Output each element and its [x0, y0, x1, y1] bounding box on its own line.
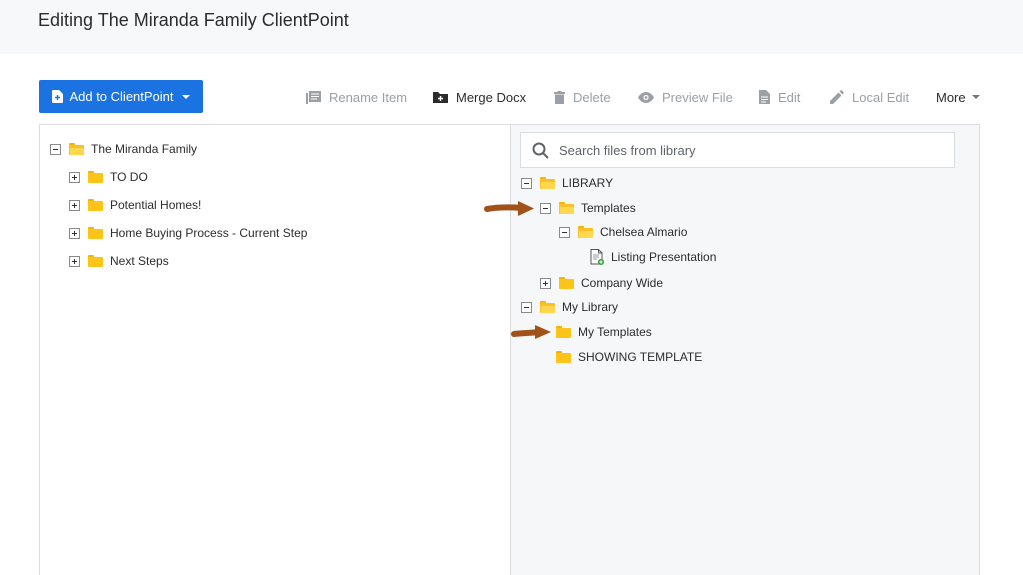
add-file-icon [52, 90, 64, 103]
folder-icon [88, 227, 103, 239]
folder-open-icon [540, 301, 555, 313]
collapse-toggle-icon[interactable] [521, 301, 532, 313]
tree-item-label: Company Wide [581, 276, 664, 290]
tree-item-label: Chelsea Almario [600, 225, 688, 239]
tree-item-label: LIBRARY [562, 176, 614, 190]
more-dropdown[interactable]: More [936, 90, 980, 105]
tree-item-label: Next Steps [110, 254, 169, 268]
expand-toggle-icon[interactable] [69, 255, 80, 267]
folder-icon [556, 351, 571, 363]
search-icon [532, 142, 549, 159]
edit-button[interactable]: Edit [759, 90, 800, 105]
expand-toggle-icon[interactable] [69, 199, 80, 211]
library-search[interactable] [520, 132, 955, 168]
tree-item-my-library[interactable]: My Library [521, 300, 618, 314]
annotation-arrow-icon [484, 201, 534, 216]
tree-item-templates[interactable]: Templates [540, 201, 636, 215]
edit-label: Edit [778, 89, 801, 105]
caret-down-icon [181, 94, 190, 99]
folder-icon [88, 255, 103, 267]
search-input[interactable] [559, 142, 939, 158]
annotation-arrow-icon [511, 325, 551, 339]
tree-item-root[interactable]: The Miranda Family [50, 142, 197, 156]
expand-toggle-icon[interactable] [69, 227, 80, 239]
preview-file-button[interactable]: Preview File [638, 90, 733, 105]
folder-open-icon [69, 143, 84, 155]
clientpoint-tree-panel [39, 124, 511, 575]
delete-label: Delete [573, 89, 611, 105]
expand-toggle-icon[interactable] [540, 277, 551, 289]
add-to-clientpoint-button[interactable]: Add to ClientPoint [39, 80, 203, 113]
merge-folder-icon [433, 92, 448, 103]
tree-item[interactable]: TO DO [69, 170, 148, 184]
page-header: Editing The Miranda Family ClientPoint [0, 0, 1023, 54]
tree-item-label: Templates [581, 201, 636, 215]
page-title: Editing The Miranda Family ClientPoint [38, 10, 349, 30]
add-button-label: Add to ClientPoint [69, 89, 174, 104]
tree-item[interactable]: Home Buying Process - Current Step [69, 226, 307, 240]
tree-item-label: Home Buying Process - Current Step [110, 226, 308, 240]
expand-toggle-icon[interactable] [69, 171, 80, 183]
rename-icon [306, 90, 321, 104]
folder-icon [88, 199, 103, 211]
preview-file-label: Preview File [662, 89, 733, 105]
tree-item[interactable]: Potential Homes! [69, 198, 201, 212]
delete-button[interactable]: Delete [554, 90, 611, 105]
folder-open-icon [559, 202, 574, 214]
tree-item-label: TO DO [110, 170, 148, 184]
tree-item-library[interactable]: LIBRARY [521, 176, 613, 190]
local-edit-label: Local Edit [852, 89, 910, 105]
merge-docx-button[interactable]: Merge Docx [433, 90, 526, 105]
folder-open-icon [578, 226, 593, 238]
tree-item-label: Listing Presentation [611, 250, 717, 264]
collapse-toggle-icon[interactable] [540, 202, 551, 214]
caret-down-icon [971, 95, 980, 99]
collapse-toggle-icon[interactable] [559, 226, 570, 238]
tree-item-my-templates[interactable]: My Templates [556, 325, 652, 339]
eye-icon [638, 91, 654, 103]
folder-open-icon [540, 177, 555, 189]
template-document-icon [590, 249, 604, 265]
trash-icon [554, 90, 565, 104]
folder-icon [556, 326, 571, 338]
tree-item[interactable]: Next Steps [69, 254, 169, 268]
more-label: More [936, 89, 966, 105]
tree-item-listing-presentation[interactable]: Listing Presentation [590, 249, 716, 265]
folder-icon [88, 171, 103, 183]
document-icon [759, 90, 770, 104]
merge-docx-label: Merge Docx [456, 89, 527, 105]
folder-icon [559, 277, 574, 289]
tree-item-label: The Miranda Family [91, 142, 198, 156]
tree-item-chelsea-almario[interactable]: Chelsea Almario [559, 225, 687, 239]
tree-item-label: SHOWING TEMPLATE [578, 350, 703, 364]
tree-item-company-wide[interactable]: Company Wide [540, 276, 663, 290]
tree-item-label: My Templates [578, 325, 652, 339]
tree-item-label: Potential Homes! [110, 198, 202, 212]
tree-item-label: My Library [562, 300, 619, 314]
local-edit-button[interactable]: Local Edit [830, 90, 909, 105]
rename-item-label: Rename Item [329, 89, 408, 105]
tree-item-showing-template[interactable]: SHOWING TEMPLATE [556, 350, 702, 364]
pencil-icon [830, 90, 844, 104]
collapse-toggle-icon[interactable] [521, 177, 532, 189]
rename-item-button[interactable]: Rename Item [306, 90, 407, 105]
collapse-toggle-icon[interactable] [50, 143, 61, 155]
